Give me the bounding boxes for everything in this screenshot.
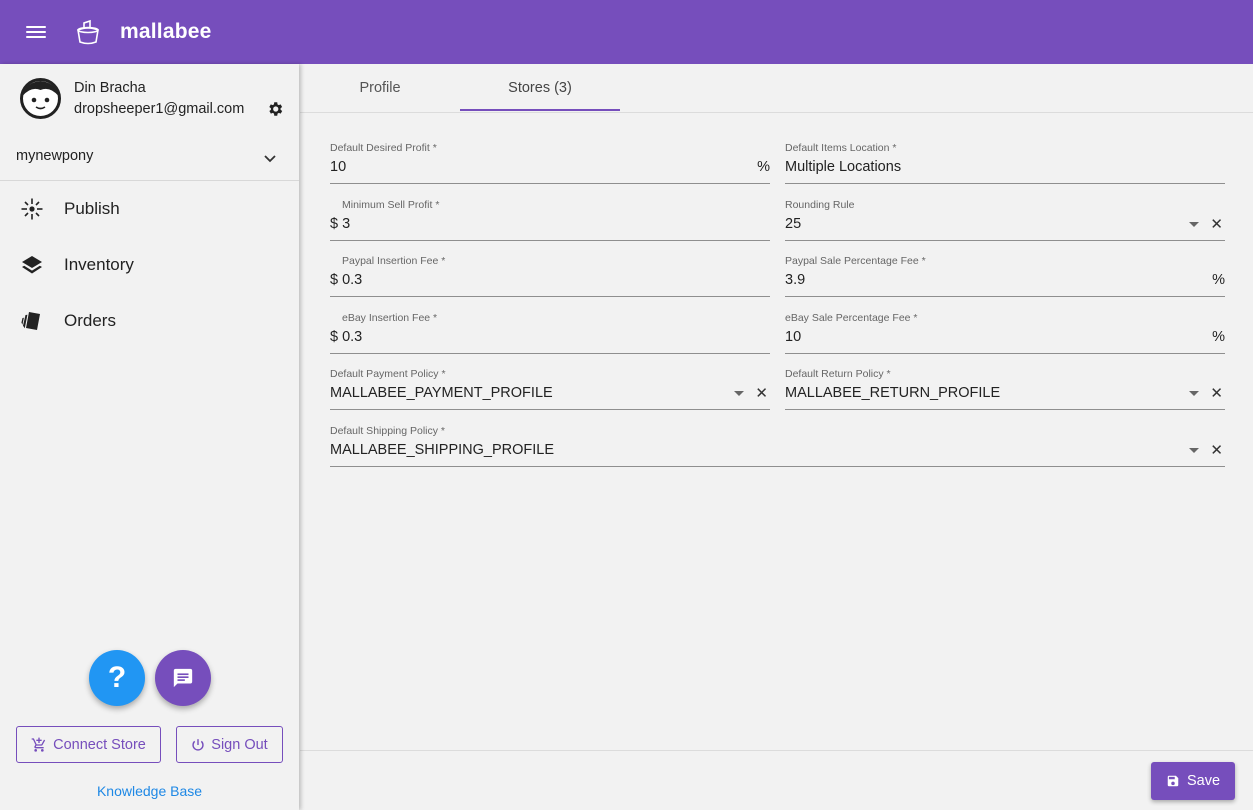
field-label: Default Shipping Policy * — [330, 425, 445, 437]
paypal-insertion-fee-field[interactable]: Paypal Insertion Fee * $ 0.3 — [330, 255, 770, 297]
add-cart-icon — [31, 737, 46, 752]
field-value: 25 — [785, 216, 802, 232]
field-label: Default Items Location * — [785, 142, 897, 154]
nav-label-orders: Orders — [64, 311, 116, 330]
clear-icon[interactable]: ✕ — [1210, 443, 1223, 459]
save-button[interactable]: Save — [1151, 762, 1235, 800]
chevron-down-icon — [264, 155, 276, 163]
active-tab-indicator — [460, 109, 620, 111]
store-selector-value: mynewpony — [16, 148, 94, 164]
connect-store-button[interactable]: Connect Store — [16, 726, 161, 763]
field-value: 10 — [785, 329, 802, 345]
default-payment-policy-select[interactable]: Default Payment Policy * MALLABEE_PAYMEN… — [330, 368, 770, 410]
field-value: $ 0.3 — [330, 329, 363, 345]
clear-icon[interactable]: ✕ — [1210, 386, 1223, 402]
ebay-sale-percentage-fee-field[interactable]: eBay Sale Percentage Fee * 10 % — [785, 312, 1225, 354]
divider — [0, 180, 299, 181]
menu-icon[interactable] — [22, 22, 50, 42]
tab-stores[interactable]: Stores (3) — [460, 64, 620, 112]
field-value: MALLABEE_RETURN_PROFILE — [785, 385, 1001, 401]
field-label: Default Return Policy * — [785, 368, 891, 380]
user-name: Din Bracha — [74, 80, 146, 96]
chat-button[interactable] — [155, 650, 211, 706]
percent-suffix: % — [1212, 272, 1225, 288]
default-desired-profit-field[interactable]: Default Desired Profit * 10 % — [330, 142, 770, 184]
cards-icon — [21, 312, 40, 330]
chat-icon — [173, 668, 193, 688]
nav-item-publish[interactable]: Publish — [0, 184, 299, 234]
power-icon — [192, 738, 204, 751]
field-value: MALLABEE_SHIPPING_PROFILE — [330, 442, 555, 458]
dropdown-arrow-icon[interactable] — [1189, 391, 1199, 396]
avatar — [20, 78, 61, 119]
field-label: Rounding Rule — [785, 199, 855, 211]
field-value: $ 0.3 — [330, 272, 363, 288]
gear-icon[interactable] — [266, 100, 284, 118]
brand-name: mallabee — [120, 20, 212, 43]
field-value: MALLABEE_PAYMENT_PROFILE — [330, 385, 553, 401]
save-label: Save — [1186, 773, 1221, 789]
layers-icon — [22, 256, 42, 274]
ebay-insertion-fee-field[interactable]: eBay Insertion Fee * $ 0.3 — [330, 312, 770, 354]
field-label: eBay Sale Percentage Fee * — [785, 312, 918, 324]
mallabee-logo-icon — [77, 19, 99, 45]
nav-item-orders[interactable]: Orders — [0, 296, 299, 346]
store-selector[interactable]: mynewpony — [0, 136, 299, 180]
publish-icon — [21, 198, 43, 220]
clear-icon[interactable]: ✕ — [755, 386, 768, 402]
field-label: eBay Insertion Fee * — [342, 312, 438, 324]
sign-out-label: Sign Out — [211, 736, 268, 753]
user-email: dropsheeper1@gmail.com — [74, 101, 245, 117]
question-mark-icon: ? — [107, 661, 127, 694]
field-label: Paypal Sale Percentage Fee * — [785, 255, 926, 267]
rounding-rule-select[interactable]: Rounding Rule 25 ✕ — [785, 199, 1225, 241]
field-label: Default Desired Profit * — [330, 142, 437, 154]
sidebar: Din Bracha dropsheeper1@gmail.com mynewp… — [0, 64, 299, 810]
sign-out-button[interactable]: Sign Out — [176, 726, 283, 763]
help-button[interactable]: ? — [89, 650, 145, 706]
default-return-policy-select[interactable]: Default Return Policy * MALLABEE_RETURN_… — [785, 368, 1225, 410]
field-label: Minimum Sell Profit * — [342, 199, 440, 211]
minimum-sell-profit-field[interactable]: Minimum Sell Profit * $ 3 — [330, 199, 770, 241]
field-label: Paypal Insertion Fee * — [342, 255, 446, 267]
field-value: Multiple Locations — [785, 159, 902, 175]
percent-suffix: % — [757, 159, 770, 175]
field-value: 10 — [330, 159, 347, 175]
field-label: Default Payment Policy * — [330, 368, 446, 380]
field-value: $ 3 — [330, 216, 351, 232]
footer-divider — [300, 750, 1253, 751]
nav-label-publish: Publish — [64, 199, 120, 218]
dropdown-arrow-icon[interactable] — [1189, 448, 1199, 453]
nav-item-inventory[interactable]: Inventory — [0, 240, 299, 290]
tab-profile[interactable]: Profile — [300, 64, 460, 112]
percent-suffix: % — [1212, 329, 1225, 345]
default-shipping-policy-select[interactable]: Default Shipping Policy * MALLABEE_SHIPP… — [330, 425, 1225, 467]
paypal-sale-percentage-fee-field[interactable]: Paypal Sale Percentage Fee * 3.9 % — [785, 255, 1225, 297]
floppy-disk-icon — [1167, 775, 1179, 787]
dropdown-arrow-icon[interactable] — [734, 391, 744, 396]
tab-bar: Profile Stores (3) — [300, 64, 1253, 113]
clear-icon[interactable]: ✕ — [1210, 217, 1223, 233]
app-bar: mallabee — [0, 0, 1253, 64]
nav-label-inventory: Inventory — [64, 255, 134, 274]
connect-store-label: Connect Store — [53, 736, 146, 753]
dropdown-arrow-icon[interactable] — [1189, 222, 1199, 227]
default-items-location-field[interactable]: Default Items Location * Multiple Locati… — [785, 142, 1225, 184]
field-value: 3.9 — [785, 272, 806, 288]
knowledge-base-link[interactable]: Knowledge Base — [0, 783, 299, 799]
